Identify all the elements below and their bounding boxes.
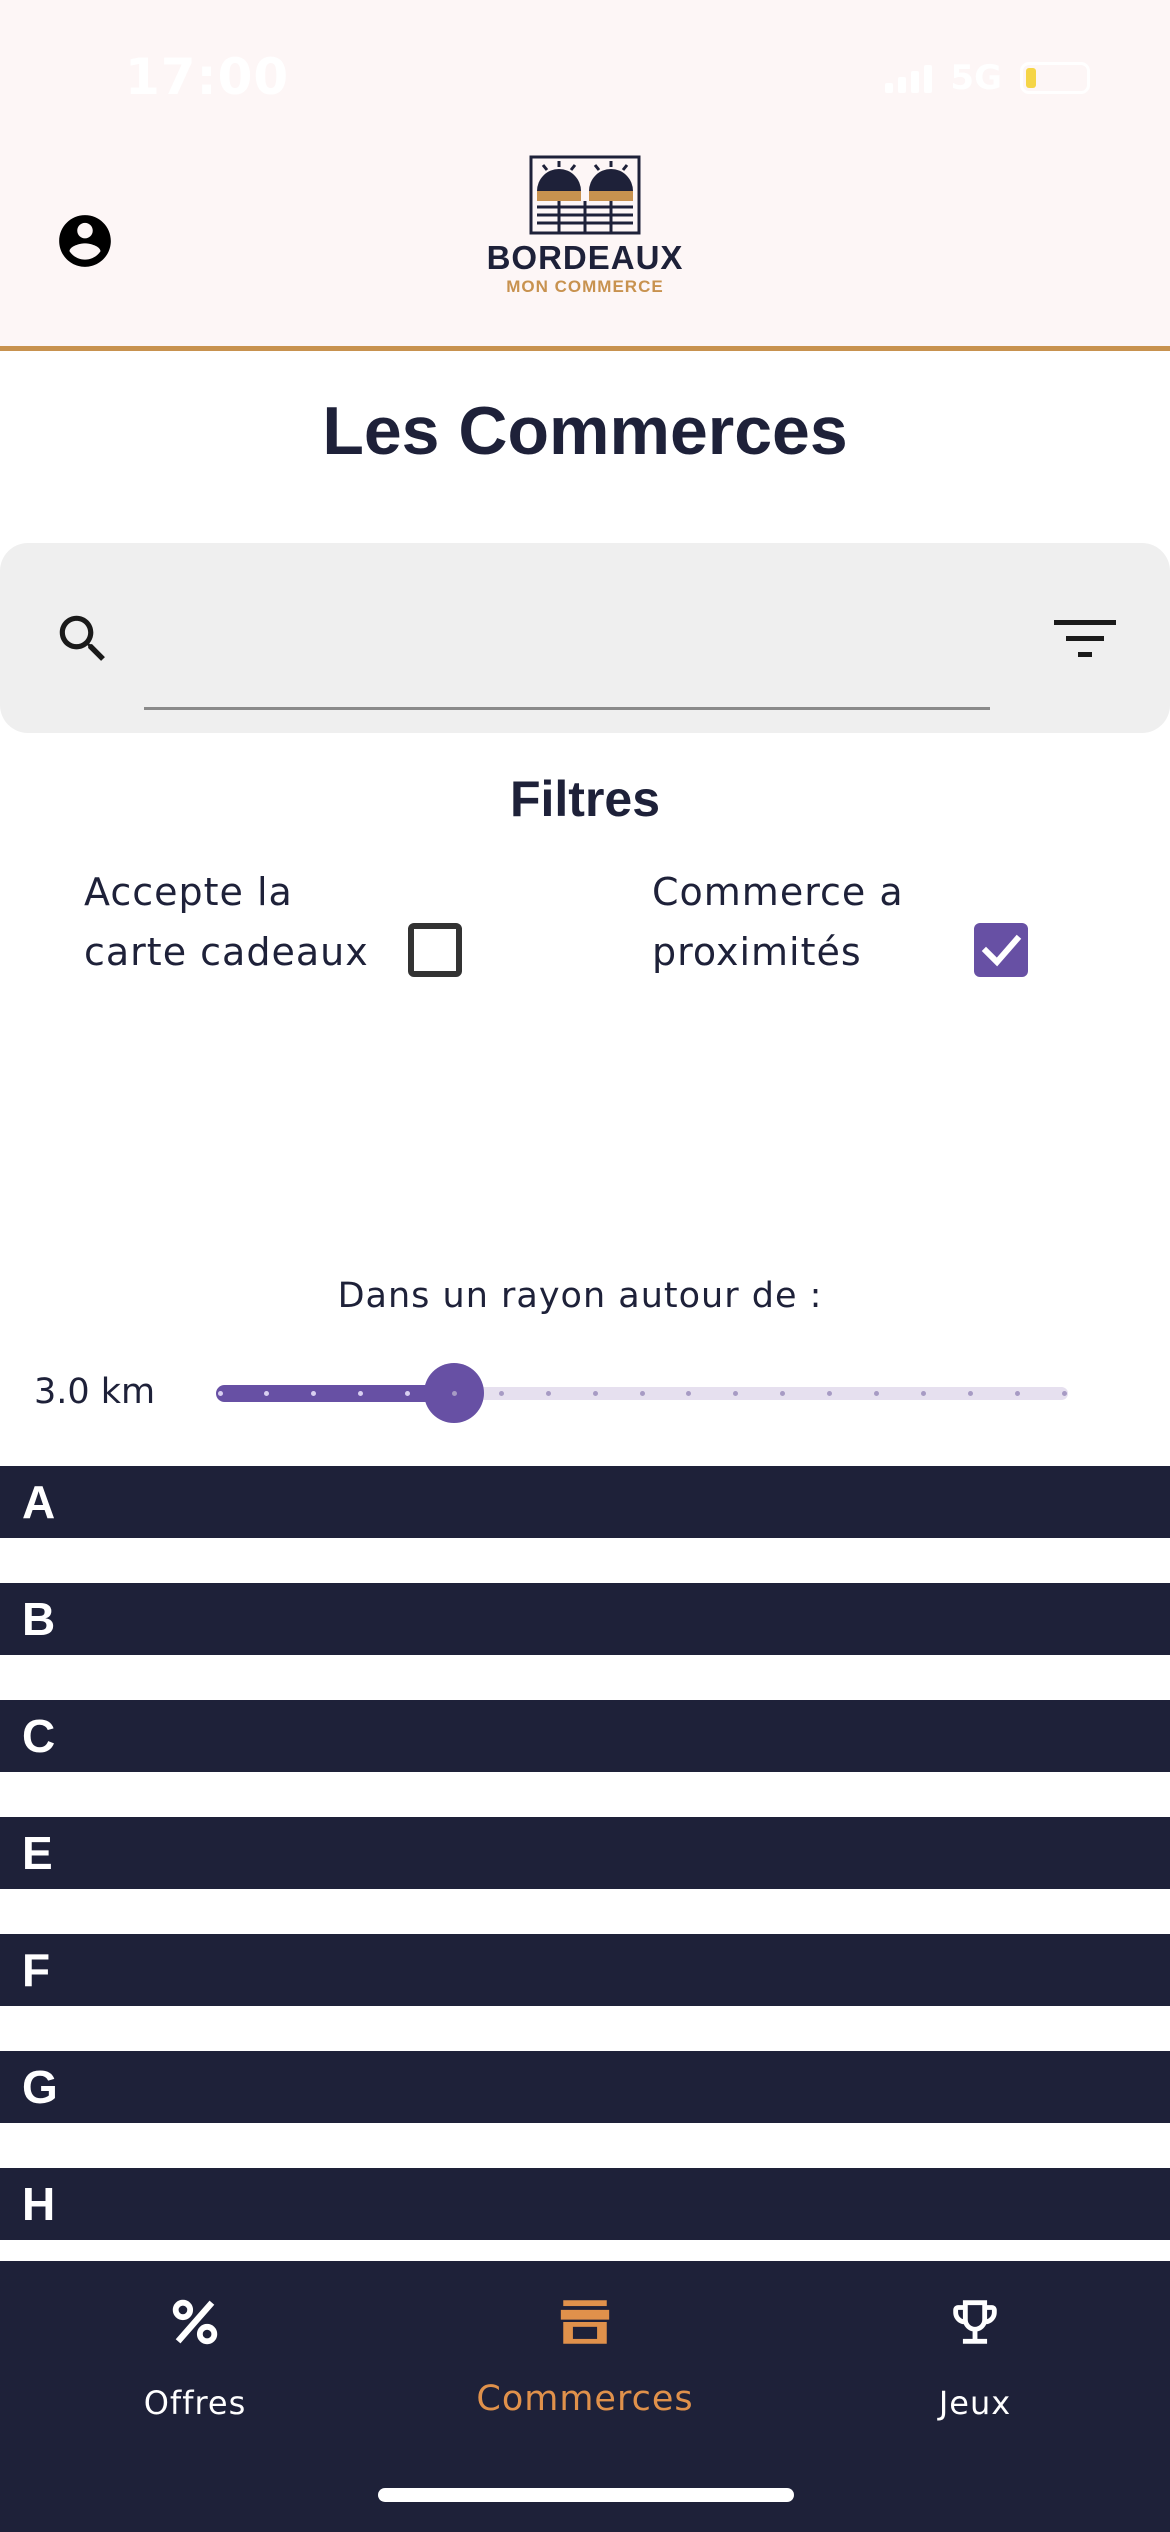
signal-icon bbox=[885, 63, 933, 93]
section-header-a[interactable]: A bbox=[0, 1466, 1170, 1538]
section-header-e[interactable]: E bbox=[0, 1817, 1170, 1889]
section-header-f[interactable]: F bbox=[0, 1934, 1170, 2006]
nav-jeux[interactable]: Jeux bbox=[780, 2261, 1170, 2461]
search-input[interactable] bbox=[144, 600, 990, 710]
header-divider bbox=[0, 346, 1170, 351]
logo-title: BORDEAUX bbox=[486, 239, 684, 276]
slider-tick bbox=[545, 1391, 551, 1396]
network-type: 5G bbox=[950, 58, 1002, 98]
nearby-checkbox[interactable] bbox=[974, 923, 1028, 977]
slider-tick bbox=[1014, 1391, 1020, 1396]
percent-icon bbox=[172, 2299, 218, 2345]
section-header-c[interactable]: C bbox=[0, 1700, 1170, 1772]
logo-emblem-icon bbox=[529, 155, 641, 235]
store-icon bbox=[560, 2300, 610, 2344]
status-time: 17:00 bbox=[125, 48, 290, 106]
slider-active-track bbox=[216, 1385, 455, 1402]
slider-tick bbox=[967, 1391, 973, 1396]
nav-commerces-label: Commerces bbox=[476, 2379, 694, 2419]
page-title: Les Commerces bbox=[322, 393, 848, 469]
slider-tick bbox=[639, 1391, 645, 1396]
gift-card-filter-label: Accepte la carte cadeaux bbox=[84, 870, 369, 974]
nav-jeux-label: Jeux bbox=[938, 2384, 1012, 2422]
status-indicators: 5G bbox=[885, 58, 1090, 98]
bordeaux-logo: BORDEAUX MON COMMERCE bbox=[480, 155, 690, 305]
check-icon bbox=[981, 934, 1022, 967]
filter-icon[interactable] bbox=[1054, 614, 1116, 664]
slider-tick bbox=[873, 1391, 879, 1396]
trophy-icon bbox=[953, 2300, 997, 2344]
nav-commerces[interactable]: Commerces bbox=[390, 2261, 780, 2461]
logo-subtitle: MON COMMERCE bbox=[506, 277, 664, 296]
section-header-g[interactable]: G bbox=[0, 2051, 1170, 2123]
slider-tick bbox=[920, 1391, 926, 1396]
home-indicator[interactable] bbox=[378, 2488, 794, 2502]
account-circle-icon[interactable] bbox=[54, 210, 116, 272]
section-header-h[interactable]: H bbox=[0, 2168, 1170, 2240]
slider-tick bbox=[498, 1391, 504, 1396]
gift-card-checkbox[interactable] bbox=[408, 923, 462, 977]
commerce-sections: ABCEFGH bbox=[0, 1466, 1170, 2260]
status-bar: 17:00 5G bbox=[0, 0, 1170, 140]
radius-label: Dans un rayon autour de : bbox=[337, 1276, 823, 1316]
radius-value: 3.0 km bbox=[34, 1372, 156, 1412]
slider-tick bbox=[217, 1391, 223, 1396]
nearby-filter-label: Commerce a proximités bbox=[652, 870, 904, 974]
nav-offres-label: Offres bbox=[143, 2384, 247, 2422]
filters-title: Filtres bbox=[509, 771, 661, 827]
search-icon[interactable] bbox=[52, 608, 114, 670]
nav-offres[interactable]: Offres bbox=[0, 2261, 390, 2461]
radius-slider[interactable] bbox=[216, 1363, 1068, 1423]
slider-tick bbox=[1061, 1391, 1067, 1396]
slider-tick bbox=[451, 1391, 457, 1396]
section-header-b[interactable]: B bbox=[0, 1583, 1170, 1655]
slider-tick bbox=[592, 1391, 598, 1396]
battery-icon bbox=[1020, 62, 1090, 94]
